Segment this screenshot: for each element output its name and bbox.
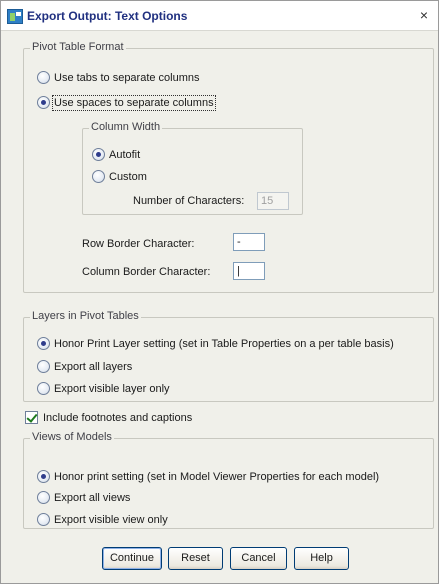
column-border-input[interactable]: | <box>233 262 265 280</box>
radio-button[interactable] <box>37 491 50 504</box>
radio-button-selected[interactable] <box>37 96 50 109</box>
views-of-models-legend: Views of Models <box>30 431 114 443</box>
column-width-legend: Column Width <box>89 121 163 133</box>
radio-button-selected[interactable] <box>37 337 50 350</box>
use-spaces-radio[interactable]: Use spaces to separate columns <box>37 94 216 111</box>
custom-radio[interactable]: Custom <box>92 170 147 183</box>
pivot-table-format-legend: Pivot Table Format <box>30 41 126 53</box>
export-visible-view-radio[interactable]: Export visible view only <box>37 513 168 526</box>
use-tabs-label: Use tabs to separate columns <box>54 71 200 84</box>
number-of-characters-input[interactable]: 15 <box>257 192 289 210</box>
reset-button[interactable]: Reset <box>168 547 223 570</box>
honor-print-setting-label: Honor print setting (set in Model Viewer… <box>54 470 380 483</box>
export-visible-layer-radio[interactable]: Export visible layer only <box>37 382 170 395</box>
include-footnotes-label: Include footnotes and captions <box>43 411 193 424</box>
radio-button[interactable] <box>37 382 50 395</box>
radio-button[interactable] <box>92 170 105 183</box>
export-visible-view-label: Export visible view only <box>54 513 168 526</box>
help-button[interactable]: Help <box>294 547 349 570</box>
layers-legend: Layers in Pivot Tables <box>30 310 141 322</box>
export-all-layers-radio[interactable]: Export all layers <box>37 360 132 373</box>
honor-print-setting-radio[interactable]: Honor print setting (set in Model Viewer… <box>37 470 379 483</box>
checkbox-checked[interactable] <box>25 411 38 424</box>
use-spaces-label: Use spaces to separate columns <box>52 94 216 111</box>
number-of-characters-label: Number of Characters: <box>133 195 245 207</box>
radio-button[interactable] <box>37 71 50 84</box>
honor-print-layer-label: Honor Print Layer setting (set in Table … <box>54 337 394 350</box>
autofit-label: Autofit <box>109 148 141 161</box>
use-tabs-radio[interactable]: Use tabs to separate columns <box>37 71 200 84</box>
export-all-views-radio[interactable]: Export all views <box>37 491 130 504</box>
export-visible-layer-label: Export visible layer only <box>54 382 170 395</box>
close-button[interactable]: × <box>416 7 432 23</box>
export-text-options-dialog: Export Output: Text Options × Pivot Tabl… <box>0 0 439 584</box>
radio-button-selected[interactable] <box>92 148 105 161</box>
cancel-button[interactable]: Cancel <box>230 547 287 570</box>
title-bar: Export Output: Text Options × <box>1 1 438 31</box>
column-border-label: Column Border Character: <box>82 266 211 278</box>
custom-label: Custom <box>109 170 147 183</box>
export-all-layers-label: Export all layers <box>54 360 133 373</box>
radio-button[interactable] <box>37 360 50 373</box>
continue-button[interactable]: Continue <box>102 547 162 570</box>
spss-app-icon <box>7 9 23 24</box>
row-border-label: Row Border Character: <box>82 238 195 250</box>
radio-button[interactable] <box>37 513 50 526</box>
radio-button-selected[interactable] <box>37 470 50 483</box>
row-border-input[interactable]: - <box>233 233 265 251</box>
honor-print-layer-radio[interactable]: Honor Print Layer setting (set in Table … <box>37 337 394 350</box>
include-footnotes-checkbox[interactable]: Include footnotes and captions <box>25 411 192 424</box>
export-all-views-label: Export all views <box>54 491 131 504</box>
dialog-title: Export Output: Text Options <box>27 9 188 23</box>
autofit-radio[interactable]: Autofit <box>92 148 140 161</box>
